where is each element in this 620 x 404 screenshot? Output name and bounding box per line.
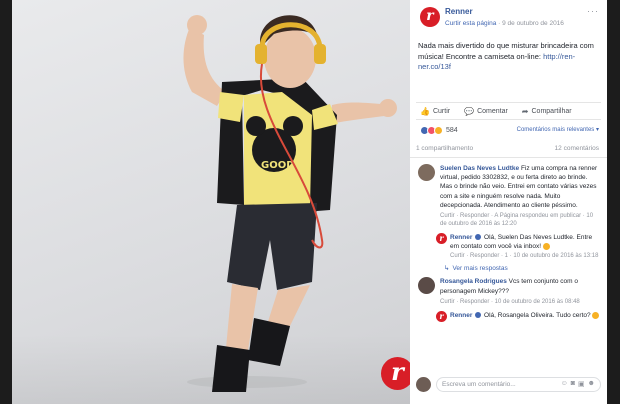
- renner-logo-letter: r: [426, 8, 434, 24]
- comment-label: Comentar: [477, 107, 508, 115]
- reply-item: r Renner Olá, Rosangela Oliveira. Tudo c…: [436, 310, 601, 322]
- comment-meta[interactable]: Curtir · Responder · A Página respondeu …: [440, 212, 601, 228]
- comment-author[interactable]: Rosangela Rodrigues: [440, 278, 507, 285]
- right-gutter: [607, 0, 620, 404]
- renner-logo-letter: r: [439, 233, 444, 244]
- reaction-count: 584: [446, 126, 458, 134]
- more-replies-label: Ver mais respostas: [452, 264, 508, 272]
- post-date[interactable]: 9 de outubro de 2016: [502, 20, 564, 27]
- avatar[interactable]: [418, 164, 435, 181]
- comment-author[interactable]: Suelen Das Neves Ludtke: [440, 165, 519, 172]
- thumbs-up-icon: 👍: [420, 106, 430, 116]
- gif-icon[interactable]: ▣: [578, 380, 585, 388]
- share-label: Compartilhar: [531, 107, 572, 115]
- page-avatar[interactable]: r: [436, 233, 447, 245]
- avatar: [416, 376, 431, 392]
- comment-input-placeholder: Escreva um comentário...: [442, 380, 516, 388]
- haha-reaction-icon: [434, 125, 443, 135]
- comment-icon: 💬: [464, 106, 475, 116]
- like-button[interactable]: 👍 Curtir: [420, 107, 450, 116]
- reply-body: Renner Olá, Suelen Das Neves Ludtke. Ent…: [450, 233, 601, 251]
- avatar[interactable]: [418, 277, 435, 295]
- comment-input[interactable]: Escreva um comentário... ☺ ◙ ▣ ☻: [436, 376, 601, 392]
- comment-button[interactable]: 💬 Comentar: [464, 107, 508, 116]
- reply-item: r Renner Olá, Suelen Das Neves Ludtke. E…: [436, 233, 601, 260]
- reply-text: Olá, Rosangela Oliveira. Tudo certo?: [484, 311, 591, 319]
- boy-with-headphones-illustration: GOOD VIBES: [183, 15, 397, 392]
- reply-arrow-icon: ↳: [444, 265, 450, 273]
- comment-item: Suelen Das Neves Ludtke Fiz uma compra n…: [418, 164, 601, 228]
- more-replies-link[interactable]: ↳ Ver mais respostas: [444, 264, 601, 273]
- post-photo[interactable]: GOOD VIBES r: [12, 0, 410, 404]
- sticker-icon[interactable]: ☻: [588, 380, 595, 388]
- composer-tools: ☺ ◙ ▣ ☻: [561, 380, 595, 388]
- share-button[interactable]: ➦ Compartilhar: [522, 107, 572, 116]
- reply-body: Renner Olá, Rosangela Oliveira. Tudo cer…: [450, 311, 601, 320]
- like-label: Curtir: [432, 107, 451, 115]
- post-text: Nada mais divertido do que misturar brin…: [410, 32, 607, 88]
- post-menu-icon[interactable]: ···: [587, 6, 599, 16]
- camera-icon[interactable]: ◙: [571, 380, 575, 388]
- renner-logo-badge: r: [381, 357, 410, 390]
- smile-emoji-icon: [542, 243, 550, 250]
- reaction-icons: [420, 125, 443, 135]
- post-actions: 👍 Curtir 💬 Comentar ➦ Compartilhar: [416, 102, 601, 120]
- comment-count[interactable]: 12 comentários: [555, 145, 599, 152]
- share-count[interactable]: 1 compartilhamento: [416, 145, 473, 152]
- verified-badge-icon: [475, 312, 482, 319]
- renner-logo-letter: r: [391, 357, 404, 386]
- verified-badge-icon: [475, 234, 482, 241]
- reply-author[interactable]: Renner: [450, 234, 472, 241]
- comment-body: Rosangela Rodrigues Vcs tem conjunto com…: [440, 277, 601, 295]
- comment-composer: Escreva um comentário... ☺ ◙ ▣ ☻: [416, 376, 601, 392]
- comment-meta[interactable]: Curtir · Responder · 10 de outubro de 20…: [440, 298, 601, 306]
- comment-sort-dropdown[interactable]: Comentários mais relevantes ▾: [517, 126, 599, 133]
- reply-author[interactable]: Renner: [450, 312, 472, 319]
- share-icon: ➦: [521, 106, 529, 116]
- reply-text: Olá, Suelen Das Neves Ludtke. Entre em c…: [450, 234, 593, 251]
- reactions-summary[interactable]: 584 Comentários mais relevantes ▾: [410, 120, 607, 140]
- svg-text:GOOD: GOOD: [261, 160, 295, 171]
- comment-body: Suelen Das Neves Ludtke Fiz uma compra n…: [440, 164, 601, 210]
- post-sidebar: r Renner Curtir esta página · 9 de outub…: [410, 0, 607, 404]
- comment-item: Rosangela Rodrigues Vcs tem conjunto com…: [418, 277, 601, 305]
- svg-text:VIBES: VIBES: [261, 172, 294, 183]
- page-name[interactable]: Renner: [445, 7, 601, 16]
- comments-list: Suelen Das Neves Ludtke Fiz uma compra n…: [410, 158, 607, 322]
- page-avatar[interactable]: r: [420, 7, 440, 27]
- post-meta: Curtir esta página · 9 de outubro de 201…: [445, 20, 601, 27]
- engagement-counts: 1 compartilhamento 12 comentários: [410, 140, 607, 158]
- page-avatar[interactable]: r: [436, 310, 447, 322]
- post-header: r Renner Curtir esta página · 9 de outub…: [410, 0, 607, 32]
- smile-emoji-icon: [592, 311, 600, 319]
- reply-meta[interactable]: Curtir · Responder · 1 · 10 de outubro d…: [450, 252, 601, 260]
- like-page-link[interactable]: Curtir esta página: [445, 20, 496, 27]
- emoji-icon[interactable]: ☺: [561, 380, 568, 388]
- renner-logo-letter: r: [439, 310, 444, 321]
